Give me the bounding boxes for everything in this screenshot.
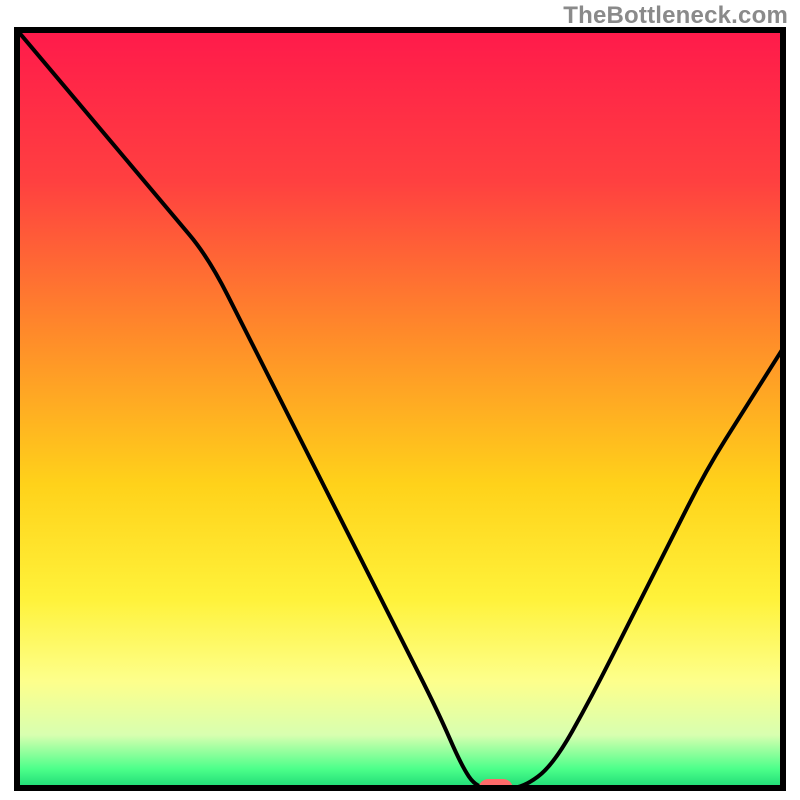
gradient-background [17,30,783,788]
chart-container: TheBottleneck.com [0,0,800,800]
bottleneck-chart [0,0,800,800]
